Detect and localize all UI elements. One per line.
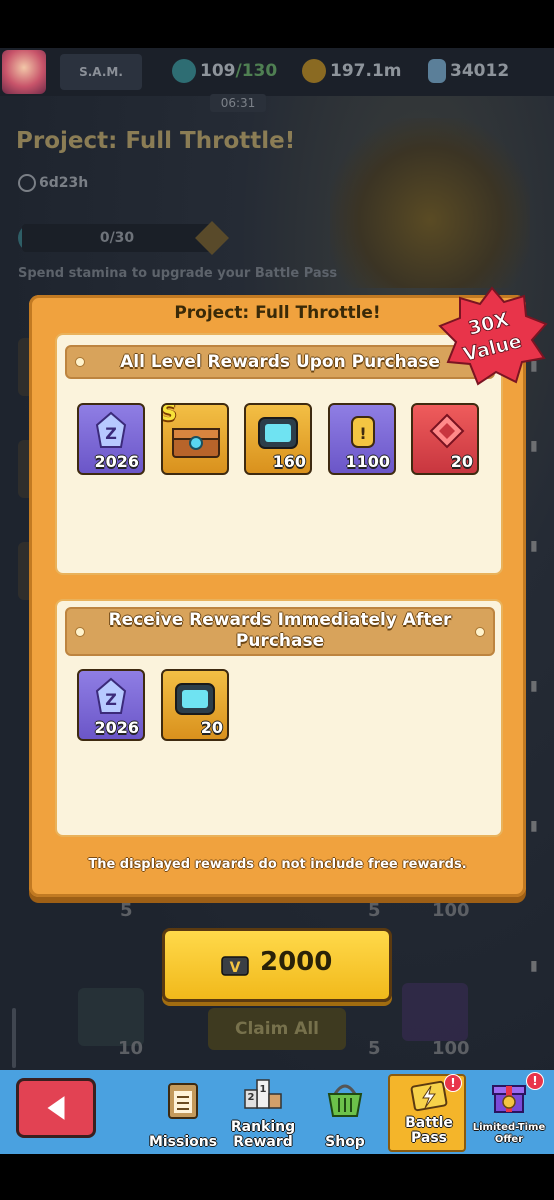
reward-chip[interactable]: 160 [244,403,312,475]
scrollbar[interactable] [12,1008,16,1068]
cyan-chip-icon [175,683,215,715]
nav-label: Battle Pass [405,1115,453,1146]
v-ticket-icon: V [221,956,249,976]
nav-label: Ranking Reward [230,1119,296,1150]
bg-tile-number: 5 [368,900,381,921]
purchase-button[interactable]: V 2000 [162,928,392,1002]
nav-battle-pass[interactable]: Battle Pass ! [388,1074,466,1152]
lock-icon: ▮ [530,958,538,974]
rewards-footnote: The displayed rewards do not include fre… [88,857,467,872]
value-badge: 30X Value [438,286,548,386]
reward-crystal[interactable]: Z 2026 [77,403,145,475]
purchase-price: 2000 [260,947,333,977]
rank-badge: S [161,403,177,426]
item-quantity: 1100 [345,452,390,471]
reward-crystal[interactable]: Z 2026 [77,669,145,741]
player-name[interactable]: S.A.M. [60,54,142,90]
battle-pass-art [330,118,530,288]
status-bar: S.A.M. 109/130 197.1m 34012 [0,48,554,96]
gem-icon [428,59,446,83]
reward-chip[interactable]: 20 [161,669,229,741]
stamina-counter[interactable]: 109/130 [172,58,277,84]
item-quantity: 20 [450,452,473,471]
back-button[interactable] [16,1078,96,1138]
bg-tile-number: 100 [432,1038,470,1059]
section-header: All Level Rewards Upon Purchase [65,345,495,379]
gold-counter[interactable]: 197.1m [302,58,402,84]
session-timer: 06:31 [210,94,266,112]
dog-tag-icon: ! [351,416,375,448]
podium-icon: 1 2 [244,1079,282,1109]
bottom-navigation: Missions 1 2 Ranking Reward Shop Battle … [0,1070,554,1154]
bg-tile-number: 10 [118,1038,144,1059]
item-quantity: 2026 [94,452,139,471]
reward-dog-tag[interactable]: ! 1100 [328,403,396,475]
section-header: Receive Rewards Immediately After Purcha… [65,607,495,656]
reward-heart-emblem[interactable]: 20 [411,403,479,475]
background-countdown: 6d23h [18,174,88,192]
ribbon-dot [75,626,85,637]
gold-coin-icon [302,59,326,83]
notification-badge: ! [526,1072,544,1090]
lock-icon: ▮ [530,538,538,554]
immediate-rewards-panel: Receive Rewards Immediately After Purcha… [55,599,503,837]
bg-tile-number: 100 [432,900,470,921]
nav-missions[interactable]: Missions [144,1074,222,1152]
item-quantity: 160 [272,452,306,471]
nav-limited-time-offer[interactable]: Limited-Time Offer ! [470,1072,548,1152]
svg-text:1: 1 [260,1084,267,1095]
item-quantity: 20 [200,718,223,737]
bg-tile-number: 5 [368,1038,381,1059]
svg-text:Z: Z [105,424,117,443]
back-arrow-icon [47,1096,65,1120]
lock-icon: ▮ [530,678,538,694]
clipboard-icon [168,1083,198,1119]
notification-badge: ! [444,1074,462,1092]
clock-icon [18,174,36,192]
stamina-icon [172,59,196,83]
heart-emblem-icon [429,413,465,449]
bg-reward-tile [402,983,468,1041]
background-title: Project: Full Throttle! [16,128,296,154]
background-hint: Spend stamina to upgrade your Battle Pas… [18,266,338,281]
ribbon-dot [475,626,485,637]
ribbon-dot [75,357,85,367]
gem-counter[interactable]: 34012 [428,58,509,84]
nav-label: Limited-Time Offer [472,1122,546,1145]
svg-text:!: ! [359,424,366,443]
claim-all-button[interactable]: Claim All [208,1008,346,1050]
svg-text:2: 2 [248,1092,255,1103]
background-progress: 0/30 [22,224,212,252]
nav-ranking-reward[interactable]: 1 2 Ranking Reward [224,1074,302,1152]
battle-pass-icon [410,1080,448,1112]
player-avatar[interactable] [2,50,46,94]
bg-tile-number: 5 [120,900,133,921]
screen: S.A.M. 109/130 197.1m 34012 06:31 Projec… [0,0,554,1200]
item-quantity: 2026 [94,718,139,737]
nav-label: Shop [325,1134,365,1150]
purple-crystal-icon: Z [95,411,127,448]
cyan-chip-icon [258,417,298,449]
basket-icon [327,1084,363,1117]
purple-crystal-icon: Z [95,677,127,714]
lock-icon: ▮ [530,818,538,834]
reward-s-chest[interactable]: S [161,403,229,475]
svg-text:V: V [230,960,241,976]
s-chest-icon [172,428,220,458]
game-view: S.A.M. 109/130 197.1m 34012 06:31 Projec… [0,48,554,1154]
svg-text:Z: Z [105,690,117,709]
lock-icon: ▮ [530,438,538,454]
gift-box-icon [492,1085,526,1113]
nav-shop[interactable]: Shop [306,1074,384,1152]
nav-label: Missions [148,1134,218,1150]
